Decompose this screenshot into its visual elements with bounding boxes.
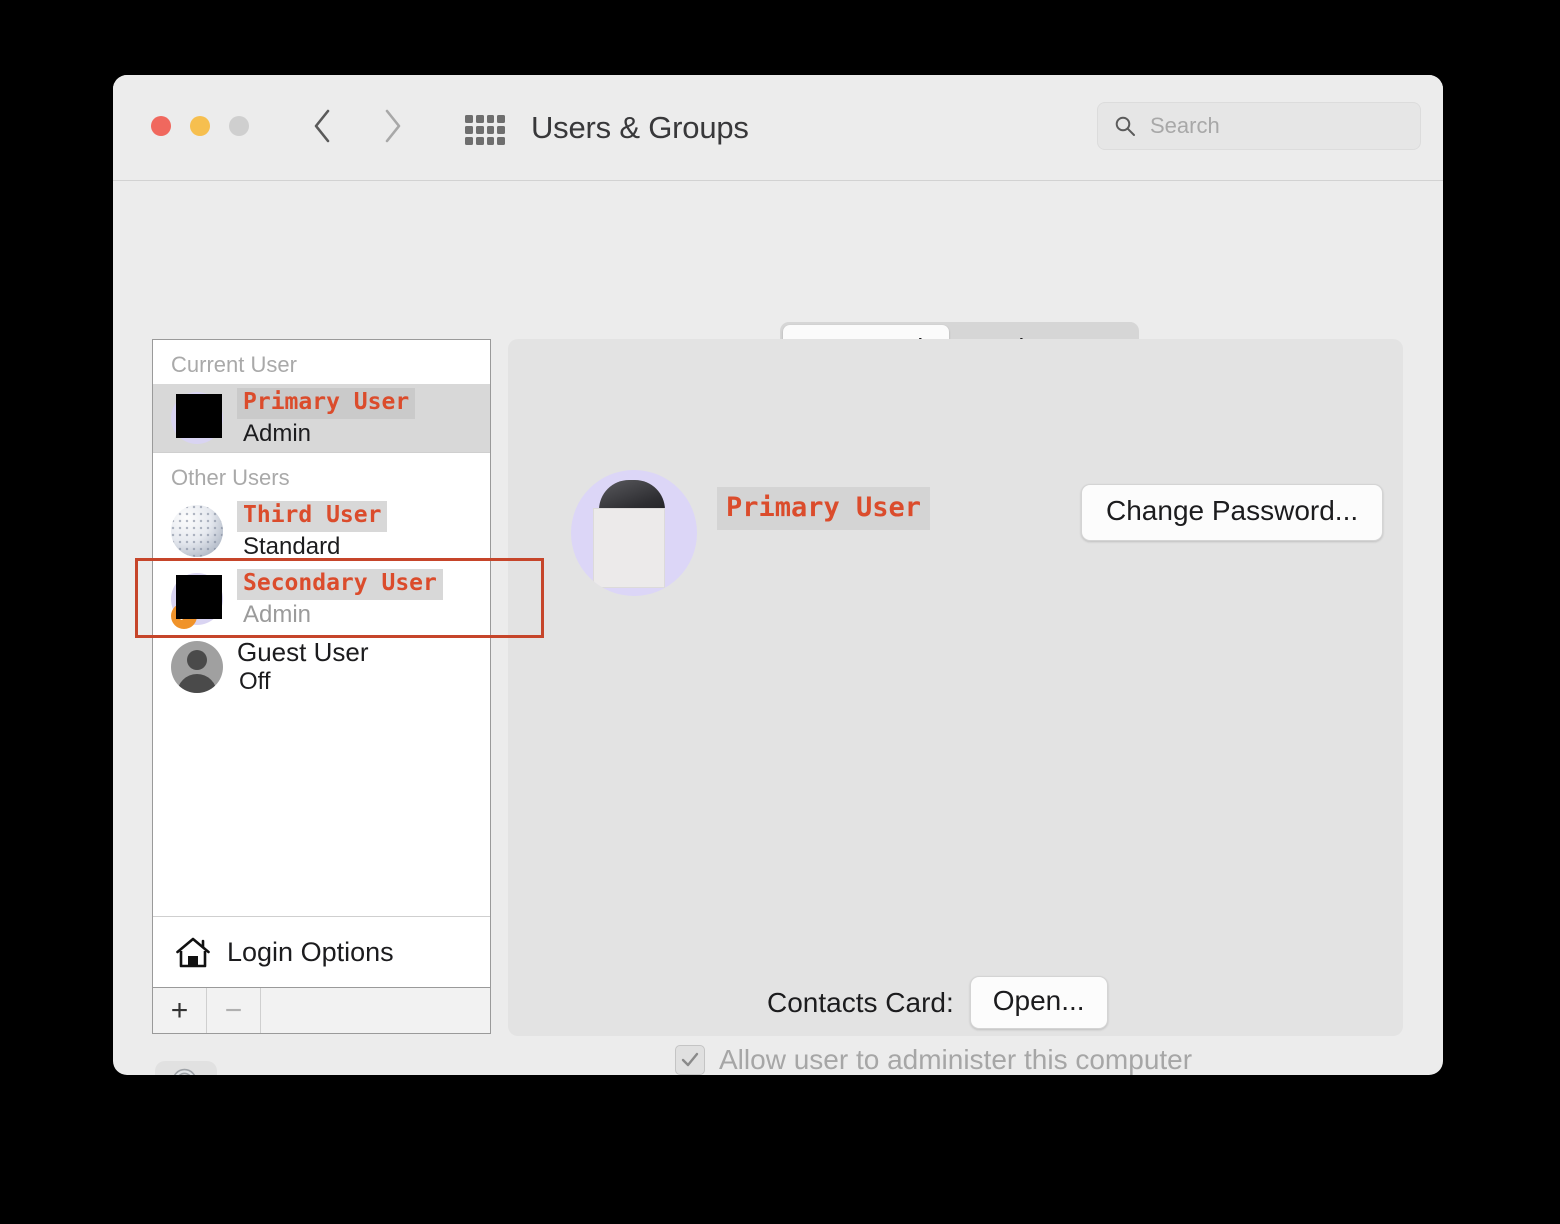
minimize-button[interactable] xyxy=(190,116,210,136)
person-silhouette-icon xyxy=(171,641,223,693)
lock-footer[interactable]: Click the lock to prevent further change… xyxy=(155,1061,750,1075)
avatar-third-user xyxy=(171,505,223,557)
sidebar-item-login-options[interactable]: Login Options xyxy=(153,916,490,987)
contacts-card-label: Contacts Card: xyxy=(767,986,954,1018)
open-contacts-card-button[interactable]: Open... xyxy=(969,976,1108,1029)
user-role-third: Standard xyxy=(243,532,341,560)
user-row-primary-user[interactable]: Primary User Admin xyxy=(153,384,490,452)
system-preferences-window: Users & Groups Password Login Items Curr… xyxy=(113,75,1443,1075)
window-content: Password Login Items Current User Primar… xyxy=(113,181,1443,1075)
users-sidebar: Current User Primary User Admin Other Us… xyxy=(152,339,491,1034)
forward-chevron-icon[interactable] xyxy=(381,106,403,146)
user-row-secondary-user[interactable]: ✓ Secondary User Admin xyxy=(153,565,490,633)
user-name-third: Third User xyxy=(237,501,388,532)
close-button[interactable] xyxy=(151,116,171,136)
user-row-guest-user[interactable]: Guest User Off xyxy=(153,633,490,701)
user-text-primary: Primary User Admin xyxy=(237,388,416,448)
user-text-secondary: Secondary User Admin xyxy=(237,569,443,629)
user-text-third: Third User Standard xyxy=(237,501,388,561)
panel-user-name: Primary User xyxy=(717,487,931,530)
user-role-guest: Off xyxy=(239,668,271,696)
sidebar-footer: + − xyxy=(153,987,490,1033)
window-titlebar: Users & Groups xyxy=(113,75,1443,181)
user-name-guest: Guest User xyxy=(237,637,369,667)
page-title: Users & Groups xyxy=(531,110,749,145)
administer-checkbox-label: Allow user to administer this computer xyxy=(719,1044,1193,1075)
redaction-box xyxy=(176,394,222,438)
search-input[interactable] xyxy=(1148,112,1382,140)
contacts-card-row: Contacts Card: Open... xyxy=(767,976,1108,1029)
user-text-guest: Guest User Off xyxy=(237,637,369,696)
search-icon xyxy=(1114,115,1136,137)
change-password-button[interactable]: Change Password... xyxy=(1081,484,1384,541)
group-header-other-users: Other Users xyxy=(171,465,290,490)
sidebar-footer-filler xyxy=(261,988,490,1033)
avatar-secondary-user: ✓ xyxy=(171,573,223,629)
show-all-grid-icon[interactable] xyxy=(465,115,505,145)
group-header-current-user: Current User xyxy=(171,352,297,377)
user-avatar-large[interactable] xyxy=(571,470,697,596)
add-user-button[interactable]: + xyxy=(153,988,207,1033)
user-role-primary: Admin xyxy=(243,419,312,447)
avatar-primary-user xyxy=(171,392,223,444)
home-icon xyxy=(175,936,211,969)
padlock-unlocked-icon[interactable] xyxy=(155,1061,217,1075)
administer-checkbox-row: Allow user to administer this computer xyxy=(675,1044,1192,1075)
remove-user-button: − xyxy=(207,988,261,1033)
login-options-label: Login Options xyxy=(227,936,394,967)
avatar-guest-user xyxy=(171,641,223,693)
golf-ball-icon xyxy=(171,505,223,557)
search-field[interactable] xyxy=(1097,102,1421,150)
avatar-shape-body xyxy=(593,508,665,588)
user-role-secondary: Admin xyxy=(243,600,312,628)
back-chevron-icon[interactable] xyxy=(311,106,333,146)
password-panel: Primary User Change Password... Contacts… xyxy=(508,339,1403,1075)
user-name-secondary: Secondary User xyxy=(237,569,443,600)
user-row-third-user[interactable]: Third User Standard xyxy=(153,497,490,565)
redaction-box xyxy=(176,575,222,619)
zoom-button[interactable] xyxy=(229,116,249,136)
user-name-primary: Primary User xyxy=(237,388,416,419)
traffic-lights xyxy=(151,116,249,136)
navigation-arrows xyxy=(311,106,403,146)
